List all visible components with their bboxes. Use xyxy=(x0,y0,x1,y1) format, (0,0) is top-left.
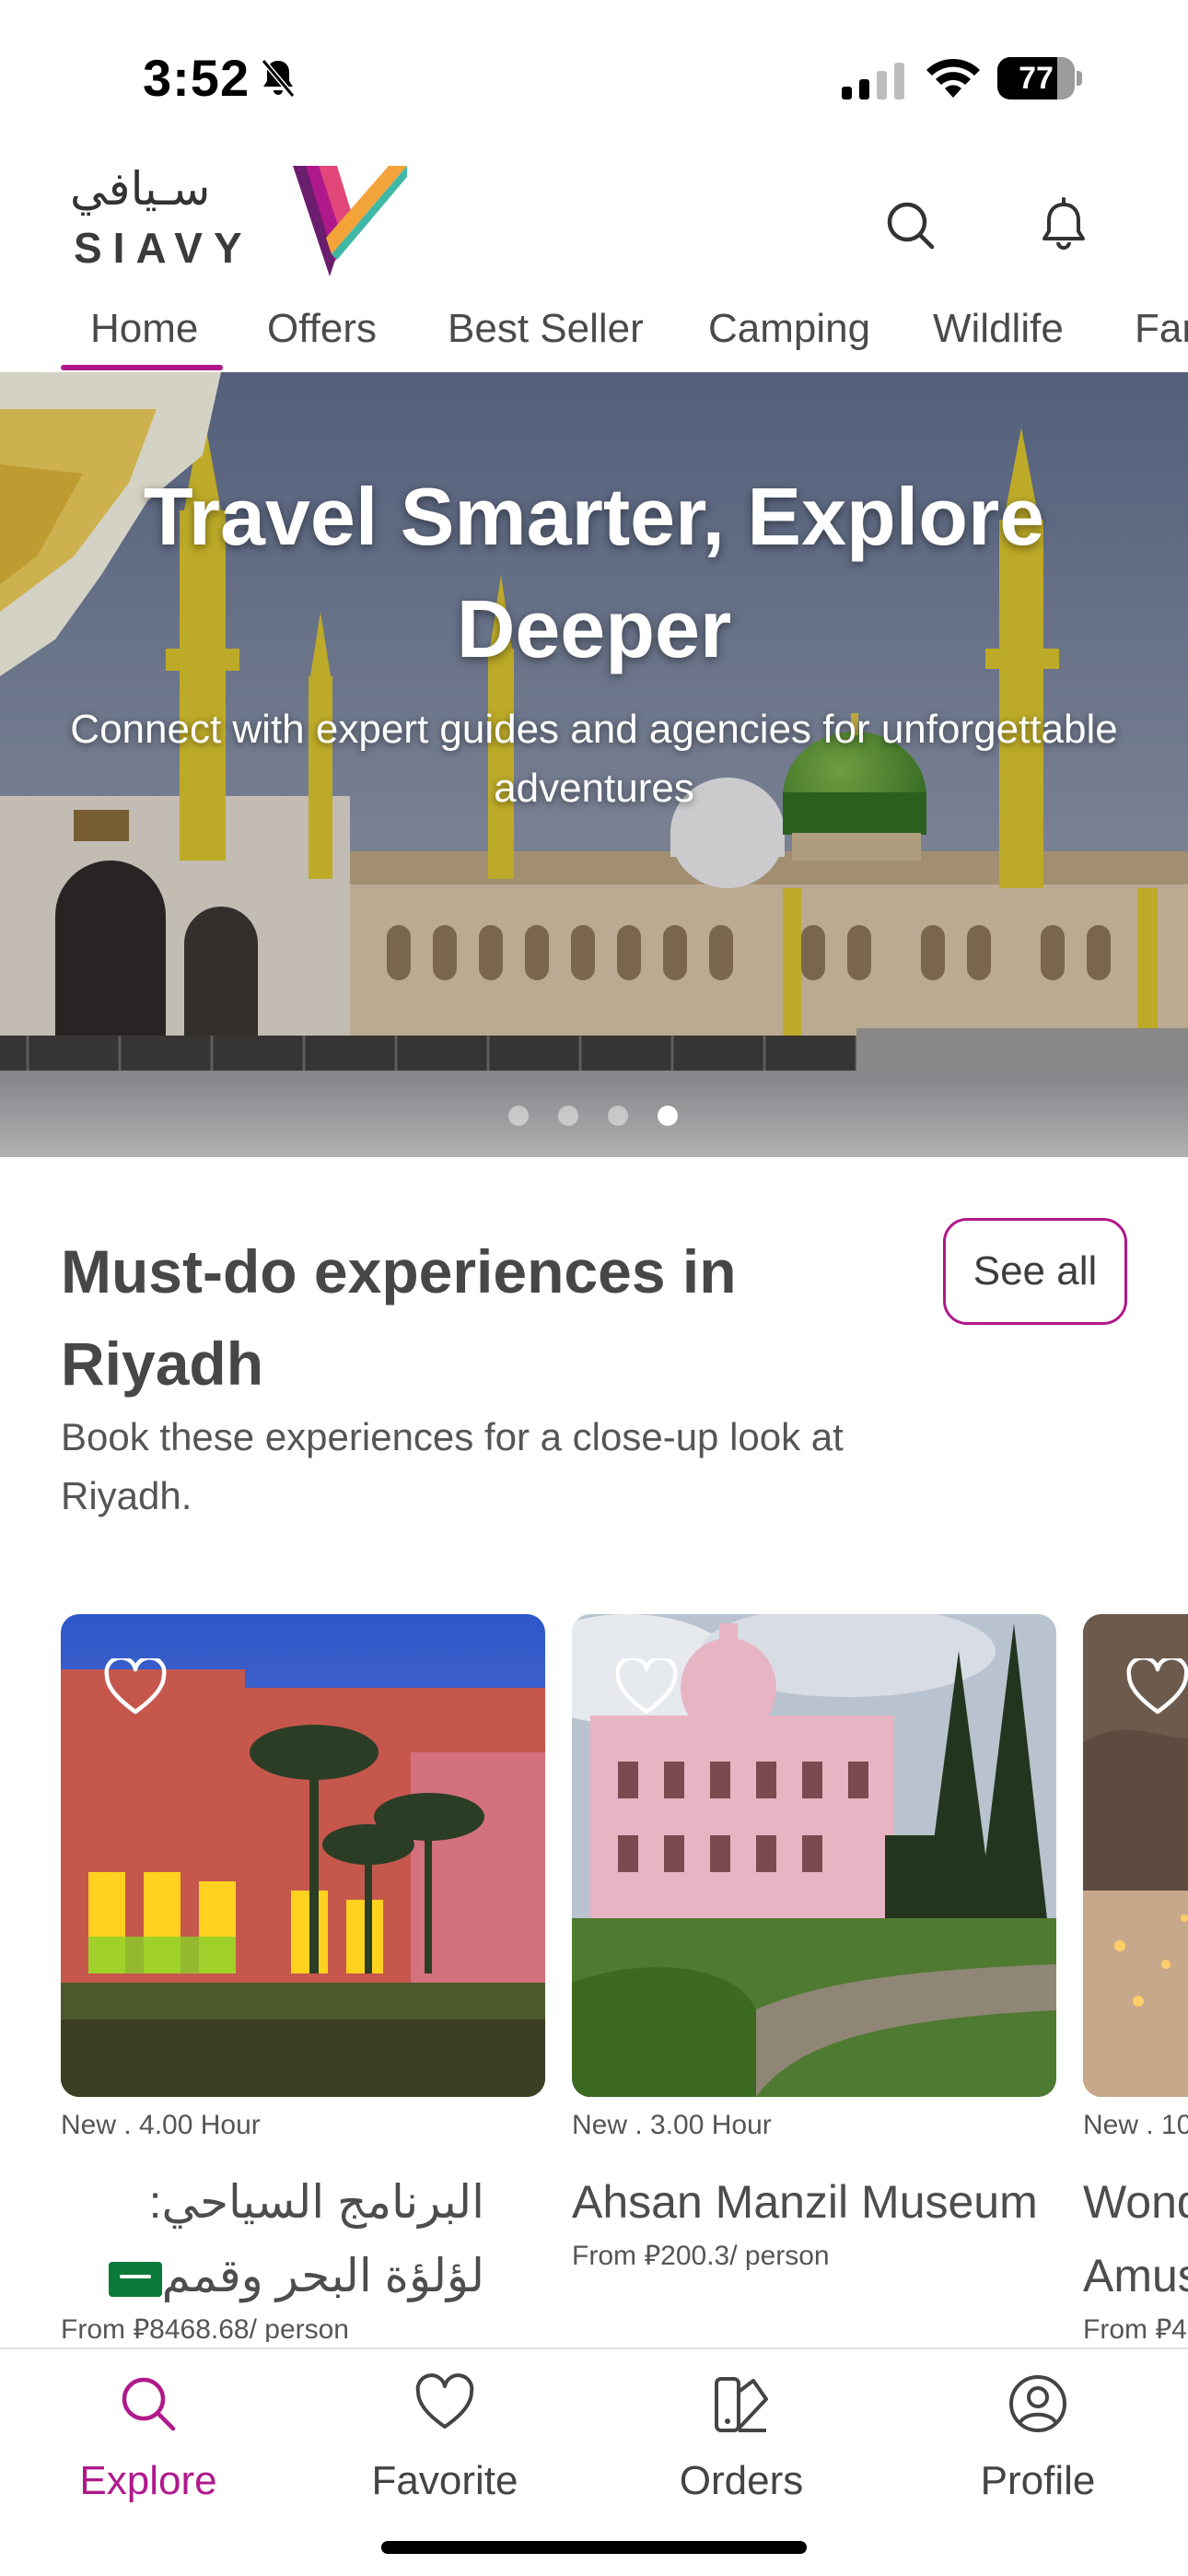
card-price: From ⃁8468.68/ person xyxy=(61,2314,349,2342)
category-tabs: Home Offers Best Seller Camping Wildlife… xyxy=(0,293,1188,372)
logo-v-mark xyxy=(293,166,407,276)
carousel-dots xyxy=(508,1106,693,1128)
heart-outline-icon[interactable] xyxy=(1125,1658,1188,1717)
tab-offers[interactable]: Offers xyxy=(267,306,377,352)
user-circle-icon xyxy=(1009,2375,1066,2432)
orders-icon xyxy=(715,2377,768,2432)
battery-icon: 77 xyxy=(997,57,1082,100)
heart-outline-icon[interactable] xyxy=(614,1658,679,1717)
home-indicator xyxy=(381,2541,807,2554)
nav-favorite-label: Favorite xyxy=(371,2458,518,2503)
hero-banner[interactable]: Travel Smarter, Explore Deeper Connect w… xyxy=(0,372,1188,1157)
tab-wildlife[interactable]: Wildlife xyxy=(933,306,1064,352)
tab-active-indicator xyxy=(61,365,223,370)
bell-slash-icon xyxy=(261,59,296,98)
card-title-text: البرنامج السياحي: لؤلؤة البحر وقمم xyxy=(148,2176,484,2301)
nav-orders[interactable]: Orders xyxy=(593,2349,890,2534)
nav-favorite[interactable]: Favorite xyxy=(297,2349,593,2534)
bell-icon[interactable] xyxy=(1031,193,1096,258)
battery-percent: 77 xyxy=(1019,61,1054,96)
status-time: 3:52 xyxy=(143,49,250,107)
nav-explore[interactable]: Explore xyxy=(0,2349,297,2534)
card-title-line2: Amus xyxy=(1083,2250,1188,2301)
card-title: Wond xyxy=(1083,2176,1188,2228)
card-price: From ⃁200.3/ person xyxy=(572,2241,830,2271)
nav-orders-label: Orders xyxy=(679,2458,804,2503)
hero-subtitle: Connect with expert guides and agencies … xyxy=(70,707,1118,811)
nav-profile[interactable]: Profile xyxy=(890,2349,1186,2534)
hero-title: Travel Smarter, Explore Deeper xyxy=(143,471,1045,674)
card-title: البرنامج السياحي: لؤلؤة البحر وقمم xyxy=(61,2165,484,2313)
logo-arabic-text: سـيافي xyxy=(70,162,211,216)
carousel-dot[interactable] xyxy=(608,1106,628,1126)
experience-cards: New . 4.00 Hour البرنامج السياحي: لؤلؤة … xyxy=(0,1614,1188,2342)
cellular-signal-icon xyxy=(842,63,904,100)
search-icon[interactable] xyxy=(879,193,943,258)
carousel-dot[interactable] xyxy=(508,1106,529,1126)
status-bar: 3:52 77 xyxy=(0,0,1188,157)
nav-explore-label: Explore xyxy=(79,2458,217,2503)
carousel-dot[interactable] xyxy=(558,1106,578,1126)
card-meta: New . 4.00 Hour xyxy=(61,2110,261,2140)
experience-card[interactable]: New . 10 Wond Amus From ⃁4 xyxy=(1083,1614,1188,2342)
card-title: Ahsan Manzil Museum xyxy=(572,2176,1038,2228)
tab-best-seller[interactable]: Best Seller xyxy=(448,306,644,352)
tab-far[interactable]: Far xyxy=(1135,306,1188,352)
saudi-flag-icon xyxy=(108,2261,162,2297)
experience-card[interactable]: New . 4.00 Hour البرنامج السياحي: لؤلؤة … xyxy=(61,1614,545,2342)
tab-camping[interactable]: Camping xyxy=(708,306,870,352)
heart-icon xyxy=(415,2373,474,2429)
card-meta: New . 10 xyxy=(1083,2110,1188,2140)
heart-outline-icon[interactable] xyxy=(103,1658,168,1717)
carousel-dot-active[interactable] xyxy=(658,1106,678,1126)
card-meta: New . 3.00 Hour xyxy=(572,2110,772,2140)
card-price: From ⃁4 xyxy=(1083,2314,1187,2342)
wifi-icon xyxy=(926,58,980,98)
tab-home[interactable]: Home xyxy=(90,306,198,352)
nav-profile-label: Profile xyxy=(980,2458,1096,2503)
experience-card[interactable]: New . 3.00 Hour Ahsan Manzil Museum From… xyxy=(572,1614,1056,2342)
section-title: Must-do experiences in Riyadh xyxy=(61,1237,737,1398)
search-icon xyxy=(122,2377,176,2431)
see-all-button[interactable]: See all xyxy=(943,1218,1127,1325)
app-logo[interactable]: سـيافي SIAVY xyxy=(70,162,407,280)
section-subtitle: Book these experiences for a close-up lo… xyxy=(61,1415,844,1517)
